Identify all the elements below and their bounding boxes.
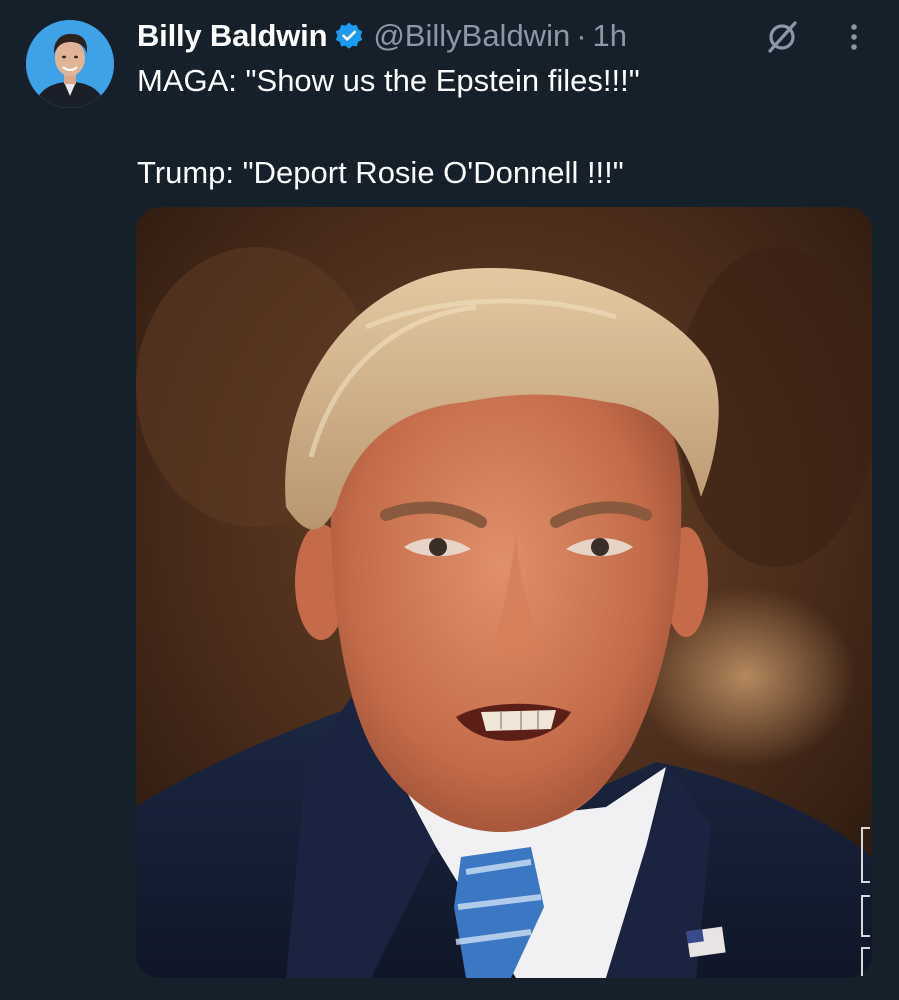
tweet-photo[interactable]	[136, 207, 872, 978]
more-options-icon[interactable]	[836, 19, 872, 55]
separator-dot: ·	[576, 18, 587, 53]
tweet-card[interactable]: Billy Baldwin @BillyBaldwin · 1h MAGA: "…	[0, 0, 899, 1000]
tweet-text-line-2: Trump: "Deport Rosie O'Donnell !!!"	[137, 155, 624, 190]
grok-icon[interactable]	[763, 18, 801, 56]
media-edge-indicator	[858, 826, 874, 976]
tweet-text: MAGA: "Show us the Epstein files!!!" Tru…	[137, 58, 867, 196]
author-handle[interactable]: @BillyBaldwin	[373, 18, 570, 54]
tweet-timestamp[interactable]: 1h	[593, 18, 627, 54]
tweet-header: Billy Baldwin @BillyBaldwin · 1h	[137, 14, 627, 58]
verified-badge-icon	[334, 21, 364, 51]
author-avatar[interactable]	[26, 20, 114, 108]
avatar-photo-icon	[26, 20, 114, 108]
author-name[interactable]: Billy Baldwin	[137, 18, 328, 54]
portrait-photo-icon	[136, 207, 872, 978]
tweet-text-line-1: MAGA: "Show us the Epstein files!!!"	[137, 63, 640, 98]
